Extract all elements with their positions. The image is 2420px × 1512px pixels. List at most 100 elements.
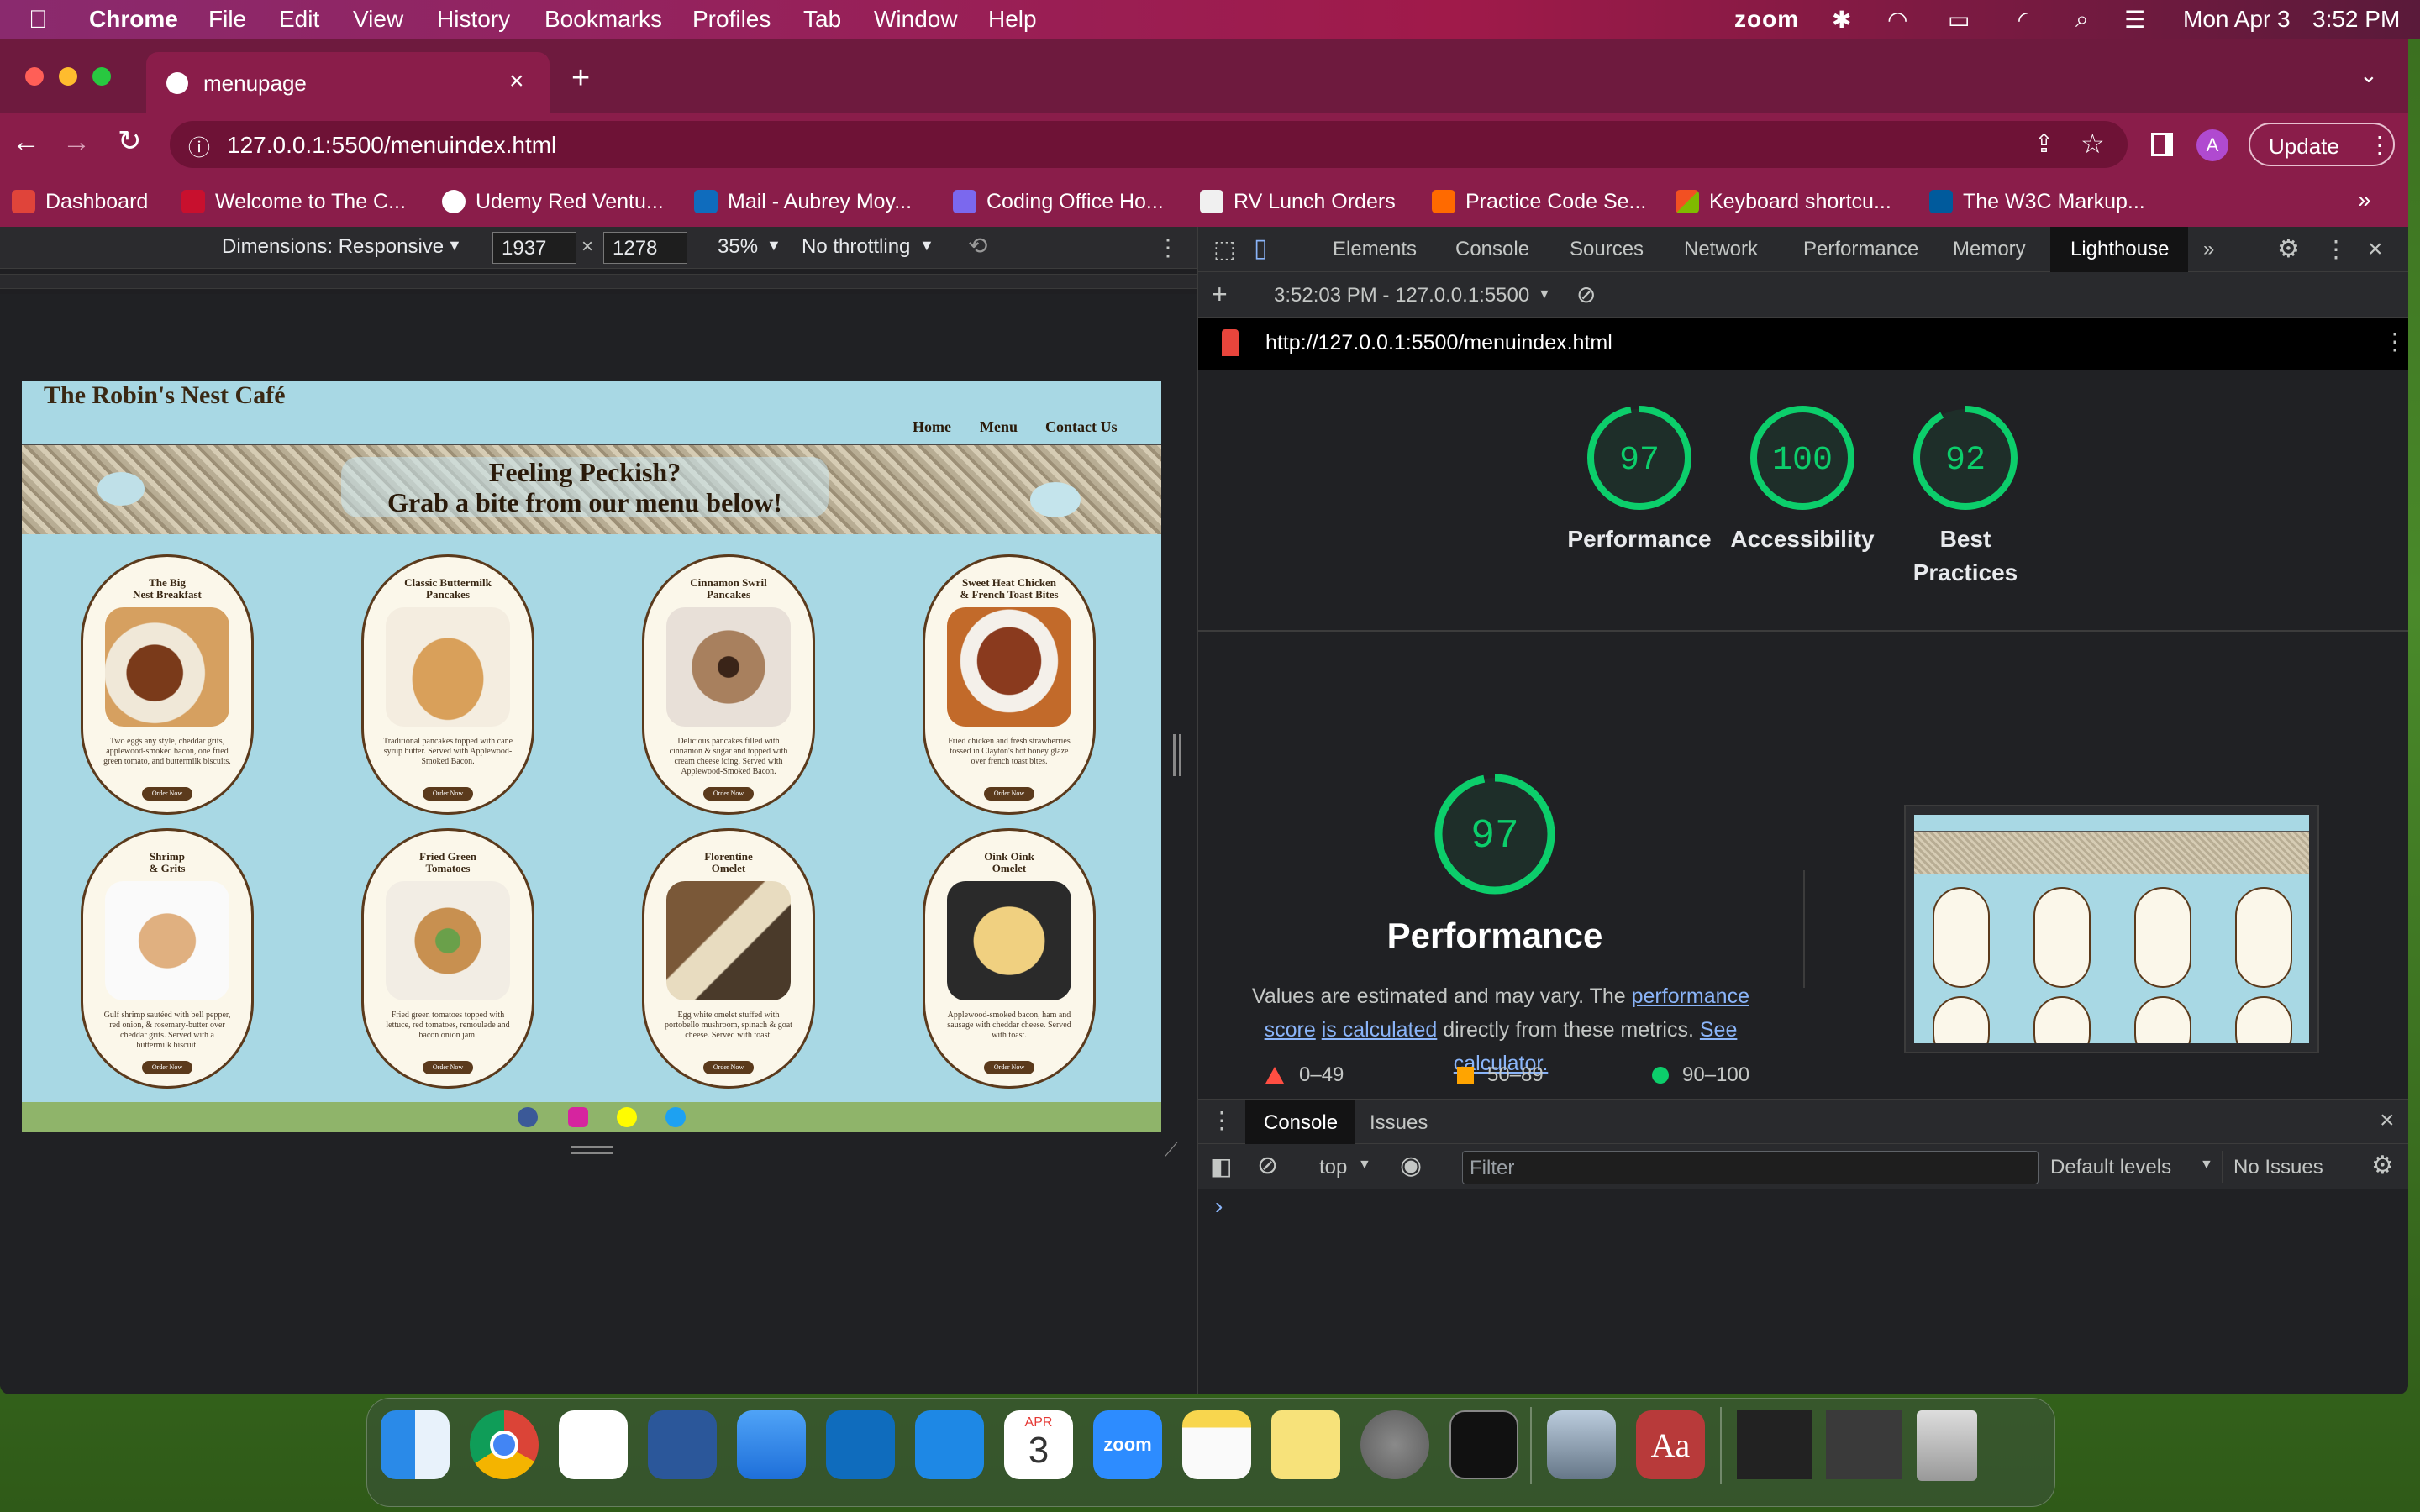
new-report-icon[interactable]: + xyxy=(1212,279,1228,310)
finder-icon[interactable] xyxy=(381,1410,450,1479)
order-now-button[interactable]: Order Now xyxy=(142,787,192,801)
tab-menupage[interactable]: menupage × xyxy=(146,52,550,113)
update-button[interactable]: Update ⋮ xyxy=(2249,123,2395,166)
close-drawer-icon[interactable]: × xyxy=(2380,1106,2395,1135)
menu-app-name[interactable]: Chrome xyxy=(89,6,178,33)
outlook-icon[interactable] xyxy=(826,1410,895,1479)
report-menu-icon[interactable]: ⋮ xyxy=(2383,328,2407,355)
order-now-button[interactable]: Order Now xyxy=(142,1061,192,1074)
live-expression-eye-icon[interactable]: ◉ xyxy=(1400,1151,1422,1180)
drawer-tab-console[interactable]: Console xyxy=(1245,1100,1355,1145)
site-brand[interactable]: The Robin's Nest Café xyxy=(44,381,286,410)
order-now-button[interactable]: Order Now xyxy=(703,1061,754,1074)
report-selector[interactable]: 3:52:03 PM - 127.0.0.1:5500 xyxy=(1274,284,1529,307)
notes-icon[interactable] xyxy=(1182,1410,1251,1479)
inspect-element-icon[interactable]: ⬚ xyxy=(1213,235,1235,263)
vscode-icon[interactable] xyxy=(915,1410,984,1479)
bookmark-keyboard[interactable]: Keyboard shortcu... xyxy=(1676,186,1891,217)
resize-bottom-handle[interactable] xyxy=(571,1146,613,1154)
bookmark-coding-office[interactable]: Coding Office Ho... xyxy=(953,186,1164,217)
site-info-icon[interactable]: ⓘ xyxy=(188,131,210,162)
system-settings-icon[interactable] xyxy=(1360,1410,1429,1479)
close-tab-icon[interactable]: × xyxy=(509,67,524,96)
tab-memory[interactable]: Memory xyxy=(1953,227,2026,272)
tab-console[interactable]: Console xyxy=(1455,227,1529,272)
settings-gear-icon[interactable]: ⚙ xyxy=(2277,227,2300,272)
chrome-icon[interactable] xyxy=(470,1410,539,1479)
device-toggle-icon[interactable]: ▯ xyxy=(1254,234,1268,263)
device-more-icon[interactable]: ⋮ xyxy=(1156,234,1180,261)
spotlight-search-icon[interactable]: ⌕ xyxy=(2075,6,2089,34)
console-prompt[interactable]: › xyxy=(1215,1193,1223,1220)
width-input[interactable]: 1937 xyxy=(492,232,576,264)
zoom-status-icon[interactable]: zoom xyxy=(1734,6,1799,33)
snapchat-icon[interactable] xyxy=(617,1107,637,1127)
facebook-icon[interactable] xyxy=(518,1107,538,1127)
score-gauge-best-practices[interactable]: 92 xyxy=(1911,403,2020,512)
menu-edit[interactable]: Edit xyxy=(279,6,319,33)
menu-help[interactable]: Help xyxy=(988,6,1037,33)
reload-icon[interactable]: ↻ xyxy=(118,124,142,158)
menubar-time[interactable]: 3:52 PM xyxy=(2312,6,2400,33)
menu-window[interactable]: Window xyxy=(874,6,958,33)
stickies-icon[interactable] xyxy=(1271,1410,1340,1479)
final-screenshot[interactable] xyxy=(1904,805,2319,1053)
twitter-icon[interactable] xyxy=(666,1107,686,1127)
tab-lighthouse[interactable]: Lighthouse xyxy=(2050,227,2188,272)
bookmark-welcome[interactable]: Welcome to The C... xyxy=(182,186,406,217)
bookmark-rv-lunch[interactable]: RV Lunch Orders xyxy=(1200,186,1396,217)
battery-icon[interactable]: ▭ xyxy=(1948,6,1970,34)
score-gauge-performance[interactable]: 97 xyxy=(1585,403,1694,512)
slack-icon[interactable] xyxy=(559,1410,628,1479)
issues-counter[interactable]: No Issues xyxy=(2233,1156,2323,1179)
control-center-icon[interactable]: ☰ xyxy=(2124,6,2145,34)
menu-file[interactable]: File xyxy=(208,6,246,33)
resize-right-handle[interactable] xyxy=(1173,734,1181,776)
rotate-icon[interactable]: ⟲ xyxy=(968,232,987,260)
trash-icon[interactable] xyxy=(1917,1410,1977,1481)
more-bookmarks-icon[interactable]: » xyxy=(2358,186,2371,213)
dimensions-select[interactable]: Dimensions: Responsive xyxy=(222,235,444,259)
throttle-select[interactable]: No throttling xyxy=(802,235,910,259)
mail-icon[interactable] xyxy=(737,1410,806,1479)
headphones-icon[interactable]: ◠ xyxy=(1887,6,1907,34)
preview-icon[interactable] xyxy=(1547,1410,1616,1479)
profile-avatar[interactable]: A xyxy=(2196,129,2228,161)
console-output[interactable]: › xyxy=(1198,1189,2408,1394)
menu-profiles[interactable]: Profiles xyxy=(692,6,771,33)
tab-search-chevron-icon[interactable]: ⌄ xyxy=(2360,62,2378,88)
order-now-button[interactable]: Order Now xyxy=(423,1061,473,1074)
console-settings-icon[interactable]: ⚙ xyxy=(2371,1151,2394,1180)
wifi-icon[interactable]: ◜ xyxy=(2018,6,2028,34)
report-url[interactable]: http://127.0.0.1:5500/menuindex.html xyxy=(1265,331,1612,355)
tab-elements[interactable]: Elements xyxy=(1333,227,1417,272)
order-now-button[interactable]: Order Now xyxy=(984,787,1034,801)
order-now-button[interactable]: Order Now xyxy=(984,1061,1034,1074)
minimized-window-thumbnail[interactable] xyxy=(1737,1410,1812,1479)
nav-home[interactable]: Home xyxy=(913,418,951,436)
tab-sources[interactable]: Sources xyxy=(1570,227,1644,272)
side-panel-icon[interactable] xyxy=(2151,133,2173,156)
forward-icon[interactable]: → xyxy=(62,126,91,159)
close-devtools-icon[interactable]: × xyxy=(2368,227,2383,272)
address-bar[interactable]: ⓘ 127.0.0.1:5500/menuindex.html ⇪ ☆ xyxy=(170,121,2128,168)
terminal-icon[interactable] xyxy=(1449,1410,1518,1479)
new-tab-button[interactable]: + xyxy=(571,60,590,97)
bookmark-dashboard[interactable]: Dashboard xyxy=(12,186,148,217)
more-tabs-icon[interactable]: » xyxy=(2203,227,2214,272)
close-window-button[interactable] xyxy=(25,67,44,86)
menu-view[interactable]: View xyxy=(353,6,403,33)
zoom-window-button[interactable] xyxy=(92,67,111,86)
minimize-window-button[interactable] xyxy=(59,67,77,86)
tab-performance[interactable]: Performance xyxy=(1803,227,1918,272)
zoom-select[interactable]: 35% xyxy=(718,235,758,259)
menu-bookmarks[interactable]: Bookmarks xyxy=(544,6,662,33)
context-select[interactable]: top xyxy=(1319,1156,1347,1179)
zoom-app-icon[interactable]: zoom xyxy=(1093,1410,1162,1479)
bookmark-udemy[interactable]: Udemy Red Ventu... xyxy=(442,186,664,217)
share-icon[interactable]: ⇪ xyxy=(2033,129,2054,159)
url-text[interactable]: 127.0.0.1:5500/menuindex.html xyxy=(227,132,556,159)
console-filter-input[interactable]: Filter xyxy=(1462,1151,2039,1184)
drawer-tab-issues[interactable]: Issues xyxy=(1370,1111,1428,1135)
bookmark-mail[interactable]: Mail - Aubrey Moy... xyxy=(694,186,912,217)
